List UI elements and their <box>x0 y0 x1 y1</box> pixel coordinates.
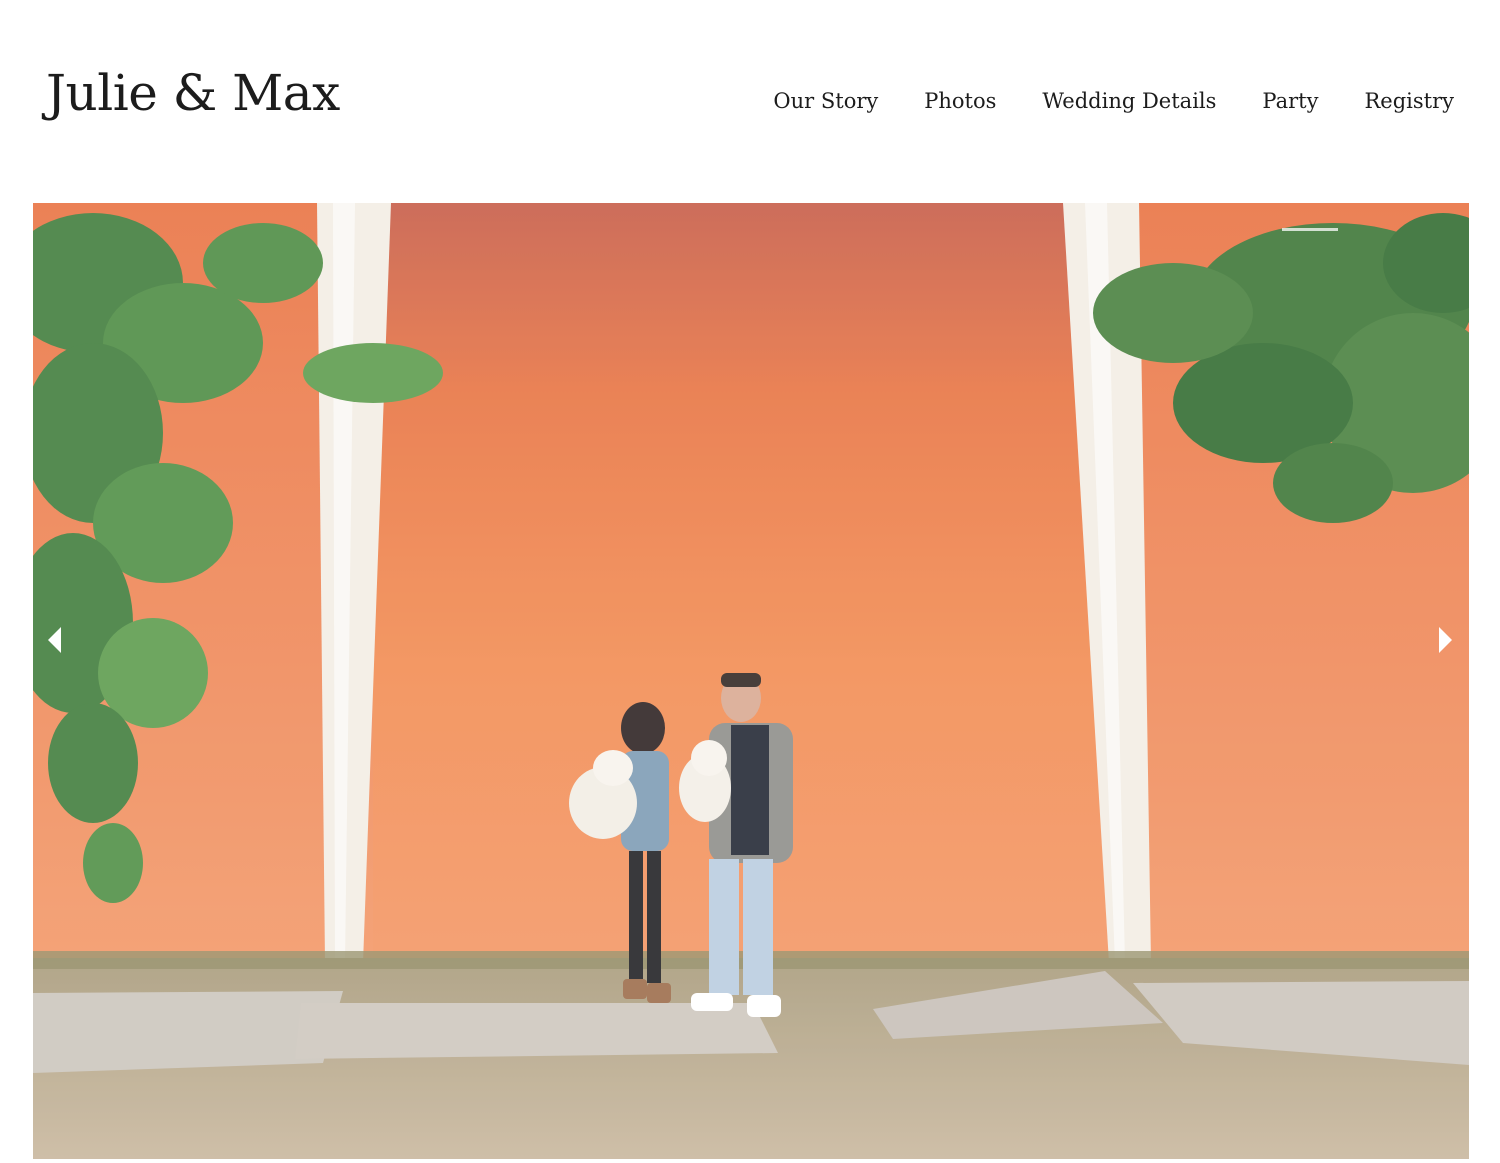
nav-wedding-details[interactable]: Wedding Details <box>1042 84 1216 118</box>
nav-photos[interactable]: Photos <box>924 84 996 118</box>
slide-indicator[interactable] <box>1282 228 1338 231</box>
next-slide-button[interactable] <box>1430 622 1460 662</box>
engagement-photo <box>33 203 1469 1159</box>
previous-slide-button[interactable] <box>40 622 70 662</box>
hero-slideshow[interactable] <box>33 203 1469 1159</box>
nav-registry[interactable]: Registry <box>1364 84 1454 118</box>
chevron-right-icon <box>1437 626 1453 658</box>
nav-party[interactable]: Party <box>1262 84 1318 118</box>
site-title[interactable]: Julie & Max <box>46 58 340 128</box>
main-nav: Our Story Photos Wedding Details Party R… <box>773 84 1454 118</box>
nav-our-story[interactable]: Our Story <box>773 84 878 118</box>
chevron-left-icon <box>47 626 63 658</box>
